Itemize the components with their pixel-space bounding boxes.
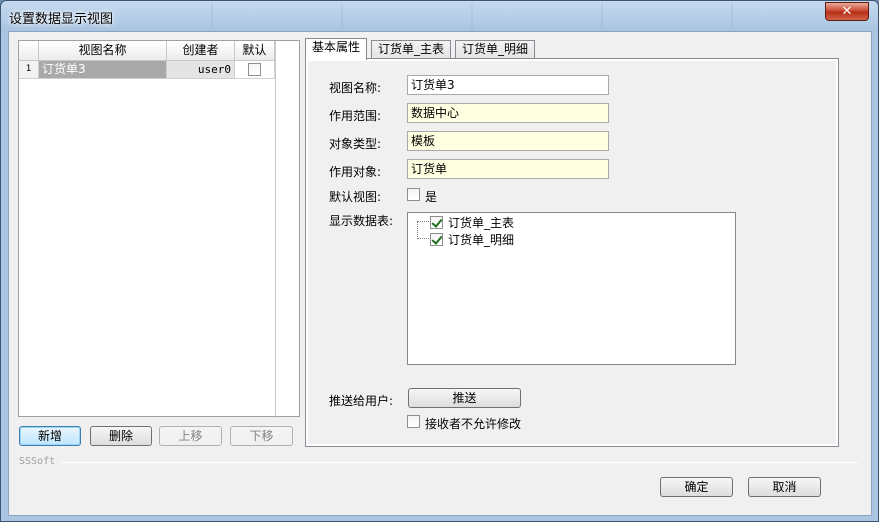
target-object-label: 作用对象: <box>329 165 382 179</box>
view-name-input[interactable]: 订货单3 <box>407 75 609 95</box>
default-view-check-label[interactable]: 是 <box>425 188 437 205</box>
scope-field[interactable]: 数据中心 <box>407 103 609 123</box>
brand-label: SSSoft <box>19 456 56 467</box>
push-label: 推送给用户: <box>329 394 394 408</box>
tree-item-label: 订货单_明细 <box>448 232 515 247</box>
scope-label: 作用范围: <box>329 109 382 123</box>
main-table-checkbox[interactable] <box>430 215 443 229</box>
tree-item-main-table[interactable]: 订货单_主表 <box>430 214 514 230</box>
table-row[interactable]: 1 订货单3 user0 <box>19 61 275 79</box>
default-checkbox[interactable] <box>248 63 261 76</box>
move-down-button[interactable]: 下移 <box>230 426 293 446</box>
tables-label: 显示数据表: <box>329 214 394 228</box>
close-button[interactable]: ✕ <box>825 2 869 21</box>
title-bar[interactable]: 设置数据显示视图 ✕ <box>1 1 878 31</box>
dialog-client-area: 视图名称 创建者 默认 1 订货单3 user0 新增 删除 上移 下移 基本属… <box>8 31 872 516</box>
move-up-button[interactable]: 上移 <box>159 426 222 446</box>
object-type-label: 对象类型: <box>329 137 382 151</box>
object-type-field[interactable]: 模板 <box>407 131 609 151</box>
tree-connector-2 <box>418 238 429 239</box>
tree-connector-1 <box>418 221 429 222</box>
no-modify-checkbox[interactable] <box>407 415 420 428</box>
default-view-label: 默认视图: <box>329 190 382 204</box>
view-name-label: 视图名称: <box>329 81 382 95</box>
cell-default[interactable] <box>235 61 275 79</box>
add-button[interactable]: 新增 <box>19 426 81 446</box>
column-header-view-name[interactable]: 视图名称 <box>39 41 167 61</box>
cell-creator[interactable]: user0 <box>167 61 235 79</box>
grid-header-corner <box>19 41 39 61</box>
view-list-grid[interactable]: 视图名称 创建者 默认 1 订货单3 user0 <box>18 40 300 418</box>
tree-item-label: 订货单_主表 <box>448 215 515 230</box>
tab-basic-properties[interactable]: 基本属性 <box>305 38 368 60</box>
grid-header: 视图名称 创建者 默认 <box>19 41 275 61</box>
dialog-window: 设置数据显示视图 ✕ 视图名称 创建者 默认 1 订货单3 user0 新增 删… <box>0 0 879 522</box>
ok-button[interactable]: 确定 <box>660 477 733 497</box>
delete-button[interactable]: 删除 <box>90 426 152 446</box>
title-bar-background <box>151 3 791 29</box>
row-number: 1 <box>19 61 39 79</box>
cancel-button[interactable]: 取消 <box>748 477 821 497</box>
window-title: 设置数据显示视图 <box>9 12 114 27</box>
tree-item-detail-table[interactable]: 订货单_明细 <box>430 231 514 247</box>
no-modify-label[interactable]: 接收者不允许修改 <box>425 415 521 432</box>
target-object-field[interactable]: 订货单 <box>407 159 609 179</box>
panel-body: 视图名称: 订货单3 作用范围: 数据中心 对象类型: 模板 作用对象: 订货单… <box>308 61 836 444</box>
footer-divider <box>61 462 858 463</box>
push-button[interactable]: 推送 <box>408 388 521 408</box>
column-header-default[interactable]: 默认 <box>235 41 275 61</box>
cell-view-name[interactable]: 订货单3 <box>39 61 167 79</box>
default-view-checkbox[interactable] <box>407 188 420 201</box>
column-header-creator[interactable]: 创建者 <box>167 41 235 61</box>
data-table-tree[interactable]: 订货单_主表 订货单_明细 <box>407 212 736 365</box>
tree-connector-vertical <box>417 221 418 239</box>
grid-right-border <box>275 41 276 418</box>
basic-properties-panel: 视图名称: 订货单3 作用范围: 数据中心 对象类型: 模板 作用对象: 订货单… <box>305 58 839 447</box>
detail-table-checkbox[interactable] <box>430 232 443 246</box>
tab-order-detail-table[interactable]: 订货单_明细 <box>455 40 536 59</box>
tab-order-main-table[interactable]: 订货单_主表 <box>371 40 452 59</box>
